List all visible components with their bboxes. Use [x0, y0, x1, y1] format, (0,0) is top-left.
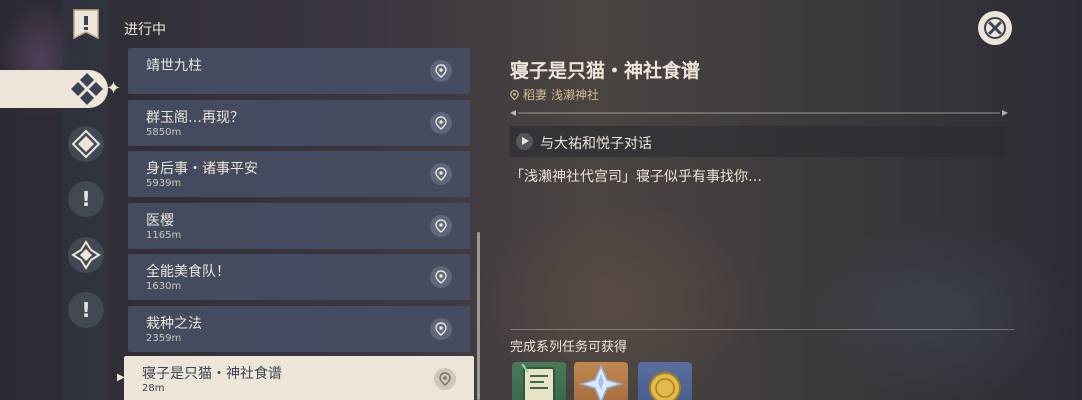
location-pin-icon — [435, 64, 447, 78]
navigate-pin-button[interactable] — [430, 163, 452, 185]
navigate-pin-button[interactable] — [430, 318, 452, 340]
commission-tab[interactable] — [68, 237, 104, 273]
quest-distance: 5850m — [146, 127, 182, 138]
quest-distance: 5939m — [146, 178, 182, 189]
story-quest-tab[interactable]: ! — [68, 181, 104, 217]
quest-list-item-selected[interactable]: 寝子是只猫・神社食谱 28m — [124, 356, 474, 400]
mora-icon — [649, 372, 681, 400]
quest-title: 寝子是只猫・神社食谱 — [510, 60, 701, 82]
quest-list-item[interactable]: 栽种之法 2359m — [128, 306, 470, 352]
archon-quest-icon — [73, 9, 99, 40]
location-pin-icon — [510, 89, 519, 100]
exclamation-icon: ! — [81, 298, 91, 322]
quest-distance: 28m — [142, 383, 165, 394]
world-quest-icon — [71, 129, 101, 159]
quest-name: 群玉阁…再现？ — [146, 110, 244, 126]
quest-list-item[interactable]: 医樱 1165m — [128, 203, 470, 249]
location-pin-icon — [435, 322, 447, 336]
quest-name: 寝子是只猫・神社食谱 — [142, 366, 282, 382]
rewards-title: 完成系列任务可获得 — [510, 340, 628, 355]
all-quests-icon — [68, 70, 106, 108]
reward-item[interactable] — [574, 362, 628, 400]
selection-arrow-icon: ▶ — [117, 372, 125, 383]
quest-distance: 1630m — [146, 281, 182, 292]
quest-description: 「浅濑神社代宫司」寝子似乎有事找你… — [510, 169, 762, 185]
location-pin-icon — [435, 167, 447, 181]
archon-quest-tab[interactable] — [70, 8, 102, 44]
location-pin-icon — [435, 219, 447, 233]
quest-name: 全能美食队！ — [146, 264, 230, 280]
ornamental-divider — [510, 110, 1008, 116]
primogem-icon — [578, 364, 624, 400]
talent-book-icon — [521, 363, 555, 400]
quest-distance: 1165m — [146, 230, 182, 241]
location-pin-icon — [435, 116, 447, 130]
quest-name: 身后事・诸事平安 — [146, 161, 258, 177]
objective-text: 与大祐和悦子对话 — [540, 136, 652, 152]
play-icon — [516, 133, 533, 150]
navigate-pin-button[interactable] — [430, 266, 452, 288]
quest-location: 稻妻 浅濑神社 — [510, 86, 599, 103]
location-pin-icon — [435, 270, 447, 284]
misc-quest-tab[interactable]: ! — [68, 292, 104, 328]
close-button[interactable] — [978, 11, 1012, 45]
quest-name: 靖世九柱 — [146, 58, 202, 74]
reward-item[interactable] — [638, 362, 692, 400]
quest-list-item[interactable]: 靖世九柱 — [128, 48, 470, 94]
quest-distance: 2359m — [146, 333, 182, 344]
world-quest-tab[interactable] — [68, 126, 104, 162]
navigate-pin-button[interactable] — [430, 215, 452, 237]
rewards-divider — [510, 329, 1014, 330]
commission-icon — [71, 240, 101, 270]
quest-region: 稻妻 — [523, 88, 548, 102]
quest-list-item[interactable]: 身后事・诸事平安 5939m — [128, 151, 470, 197]
sparkle-icon: ✦ — [106, 78, 122, 99]
navigate-pin-button[interactable] — [430, 60, 452, 82]
quest-list-item[interactable]: 全能美食队！ 1630m — [128, 254, 470, 300]
quest-location-name: 浅濑神社 — [551, 88, 600, 102]
close-icon — [984, 17, 1006, 39]
navigate-pin-button[interactable] — [434, 368, 456, 390]
navigate-pin-button[interactable] — [430, 112, 452, 134]
quest-name: 栽种之法 — [146, 316, 202, 332]
story-quest-icon: ! — [81, 187, 91, 211]
quest-name: 医樱 — [146, 213, 174, 229]
quest-objective[interactable]: 与大祐和悦子对话 — [510, 126, 1007, 157]
section-title: 进行中 — [124, 22, 166, 38]
quest-list-scrollbar[interactable] — [477, 232, 480, 400]
quest-list: 靖世九柱 群玉阁…再现？ 5850m 身后事・诸事平安 5939m 医樱 116… — [124, 48, 474, 400]
reward-item[interactable] — [512, 362, 566, 400]
quest-list-item[interactable]: 群玉阁…再现？ 5850m — [128, 100, 470, 146]
background-glow — [800, 220, 1080, 400]
location-pin-icon — [439, 372, 451, 386]
